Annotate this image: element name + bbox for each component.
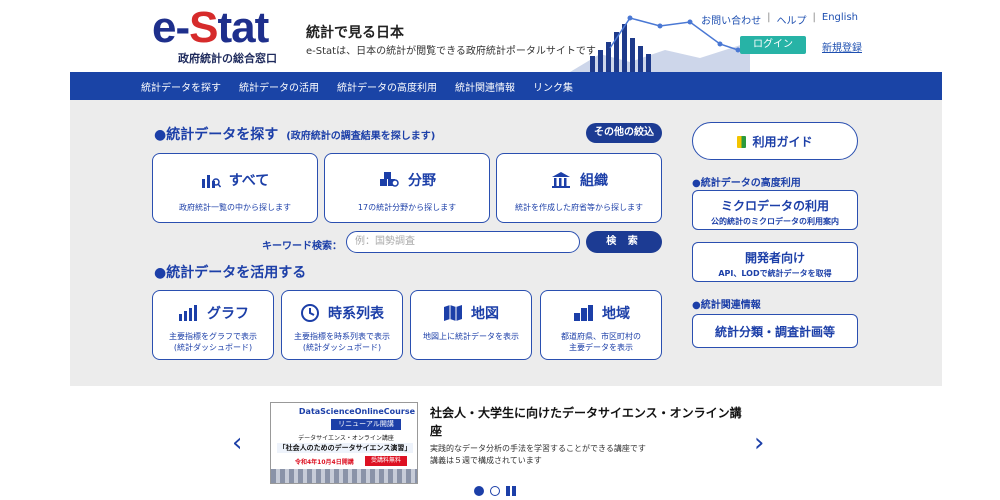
- keyword-search-input[interactable]: 例：国勢調査: [346, 231, 580, 253]
- card-organization-desc: 統計を作成した府省等から探します: [515, 203, 643, 212]
- carousel-prev-arrow[interactable]: ‹: [232, 428, 242, 458]
- banner-img-heading: DataScienceOnlineCourse: [298, 407, 415, 416]
- keyword-label: キーワード検索：: [262, 241, 342, 252]
- card-region-desc-2: 主要データを表示: [569, 343, 633, 352]
- card-map-label: 地図: [471, 306, 499, 322]
- card-region-label: 地域: [602, 306, 630, 322]
- nav-item-find-data[interactable]: 統計データを探す: [141, 79, 221, 94]
- card-all-label: すべて: [228, 173, 270, 189]
- banner-img-free: 受講料無料: [365, 456, 407, 466]
- english-link[interactable]: English: [822, 12, 858, 27]
- banner-img-exercise: 「社会人のためのデータサイエンス演習」: [277, 443, 413, 453]
- card-timeseries-label: 時系列表: [328, 306, 384, 322]
- card-timeseries-desc: 主要指標を時系列表で表示: [294, 332, 390, 341]
- card-region-desc: 都道府県、市区町村の: [561, 332, 641, 341]
- carousel-controls: [474, 486, 516, 496]
- card-map[interactable]: 地図 地図上に統計データを表示: [410, 290, 532, 360]
- search-button[interactable]: 検 索: [586, 231, 662, 253]
- banner-img-renewal: リニューアル開講: [331, 419, 401, 430]
- map-icon: [444, 305, 462, 321]
- clock-icon: [301, 304, 319, 322]
- card-organization-label: 組織: [580, 173, 608, 189]
- banner-description: 実践的なデータ分析の手法を学習することができる講座です 講義は５週で構成されてい…: [430, 443, 646, 467]
- global-nav: 統計データを探す 統計データの活用 統計データの高度利用 統計関連情報 リンク集: [70, 72, 942, 100]
- card-field[interactable]: 分野 17の統計分野から探します: [324, 153, 490, 223]
- card-graph-desc-2: (統計ダッシュボード): [173, 343, 253, 352]
- bar-search-icon: [201, 175, 221, 188]
- graph-icon: [179, 305, 197, 321]
- developers-button[interactable]: 開発者向け API、LODで統計データを取得: [692, 242, 858, 282]
- advanced-use-heading: ●統計データの高度利用: [692, 178, 801, 189]
- cubes-icon: [380, 172, 399, 187]
- building-icon: [552, 172, 570, 188]
- contact-link[interactable]: お問い合わせ: [701, 12, 761, 27]
- nav-item-use-data[interactable]: 統計データの活用: [239, 79, 319, 94]
- nav-item-links[interactable]: リンク集: [533, 79, 573, 94]
- card-timeseries[interactable]: 時系列表 主要指標を時系列表で表示 (統計ダッシュボード): [281, 290, 403, 360]
- microdata-button[interactable]: ミクロデータの利用 公的統計のミクロデータの利用案内: [692, 190, 858, 230]
- find-data-heading: ●統計データを探す (政府統計の調査結果を探します): [154, 127, 436, 143]
- main-panel: ●統計データを探す (政府統計の調査結果を探します) その他の絞込 すべて 政府統…: [70, 100, 942, 386]
- card-all-desc: 政府統計一覧の中から探します: [179, 203, 291, 212]
- card-graph-desc: 主要指標をグラフで表示: [169, 332, 257, 341]
- microdata-subtitle: 公的統計のミクロデータの利用案内: [711, 217, 839, 226]
- card-map-desc: 地図上に統計データを表示: [423, 332, 519, 341]
- top-links: お問い合わせ | ヘルプ | English: [701, 12, 858, 27]
- banner-title[interactable]: 社会人・大学生に向けたデータサイエンス・オンライン講座: [430, 404, 750, 440]
- logo-subtitle: 政府統計の総合窓口: [178, 52, 277, 65]
- banner-img-course: データサイエンス・オンライン講座: [298, 435, 394, 442]
- banner-desc-line1: 実践的なデータ分析の手法を学習することができる講座です: [430, 444, 646, 453]
- tagline-title: 統計で見る日本: [306, 25, 404, 41]
- banner-desc-line2: 講義は５週で構成されています: [430, 456, 542, 465]
- banner-img-date: 令和4年10月4日開講: [295, 459, 354, 466]
- related-info-heading: ●統計関連情報: [692, 300, 761, 311]
- header: e-Stat 政府統計の総合窓口 統計で見る日本 e-Statは、日本の統計が閲…: [70, 0, 942, 72]
- logo-mark: e-Stat: [152, 3, 269, 52]
- usage-guide-button[interactable]: 利用ガイド: [692, 122, 858, 160]
- microdata-title: ミクロデータの利用: [720, 199, 829, 213]
- estat-logo[interactable]: e-Stat 政府統計の総合窓口: [152, 6, 277, 66]
- banner-image[interactable]: DataScienceOnlineCourse リニューアル開講 データサイエン…: [270, 402, 418, 484]
- card-all[interactable]: すべて 政府統計一覧の中から探します: [152, 153, 318, 223]
- card-graph[interactable]: グラフ 主要指標をグラフで表示 (統計ダッシュボード): [152, 290, 274, 360]
- carousel-dot-2[interactable]: [490, 486, 500, 496]
- other-filter-button[interactable]: その他の絞込: [586, 123, 662, 143]
- carousel-dot-1[interactable]: [474, 486, 484, 496]
- nav-item-related-info[interactable]: 統計関連情報: [455, 79, 515, 94]
- banner-img-city-silhouette: [271, 469, 417, 483]
- card-graph-label: グラフ: [207, 306, 249, 322]
- card-organization[interactable]: 組織 統計を作成した府省等から探します: [496, 153, 662, 223]
- card-field-desc: 17の統計分野から探します: [357, 203, 457, 212]
- card-field-label: 分野: [408, 173, 436, 189]
- developers-subtitle: API、LODで統計データを取得: [718, 269, 832, 278]
- developers-title: 開発者向け: [744, 251, 805, 265]
- carousel-next-arrow[interactable]: ›: [754, 428, 764, 458]
- classification-button[interactable]: 統計分類・調査計画等: [692, 314, 858, 348]
- region-icon: [574, 305, 593, 321]
- card-region[interactable]: 地域 都道府県、市区町村の 主要データを表示: [540, 290, 662, 360]
- use-data-heading: ●統計データを活用する: [154, 265, 307, 281]
- nav-item-advanced-use[interactable]: 統計データの高度利用: [337, 79, 437, 94]
- login-button[interactable]: ログイン: [740, 36, 806, 54]
- card-timeseries-desc-2: (統計ダッシュボード): [302, 343, 382, 352]
- beginner-icon: [737, 135, 747, 148]
- register-link[interactable]: 新規登録: [822, 39, 862, 54]
- tagline-subtitle: e-Statは、日本の統計が閲覧できる政府統計ポータルサイトです: [306, 46, 596, 57]
- pause-icon[interactable]: [506, 486, 516, 496]
- page: e-Stat 政府統計の総合窓口 統計で見る日本 e-Statは、日本の統計が閲…: [70, 0, 942, 500]
- help-link[interactable]: ヘルプ: [777, 12, 807, 27]
